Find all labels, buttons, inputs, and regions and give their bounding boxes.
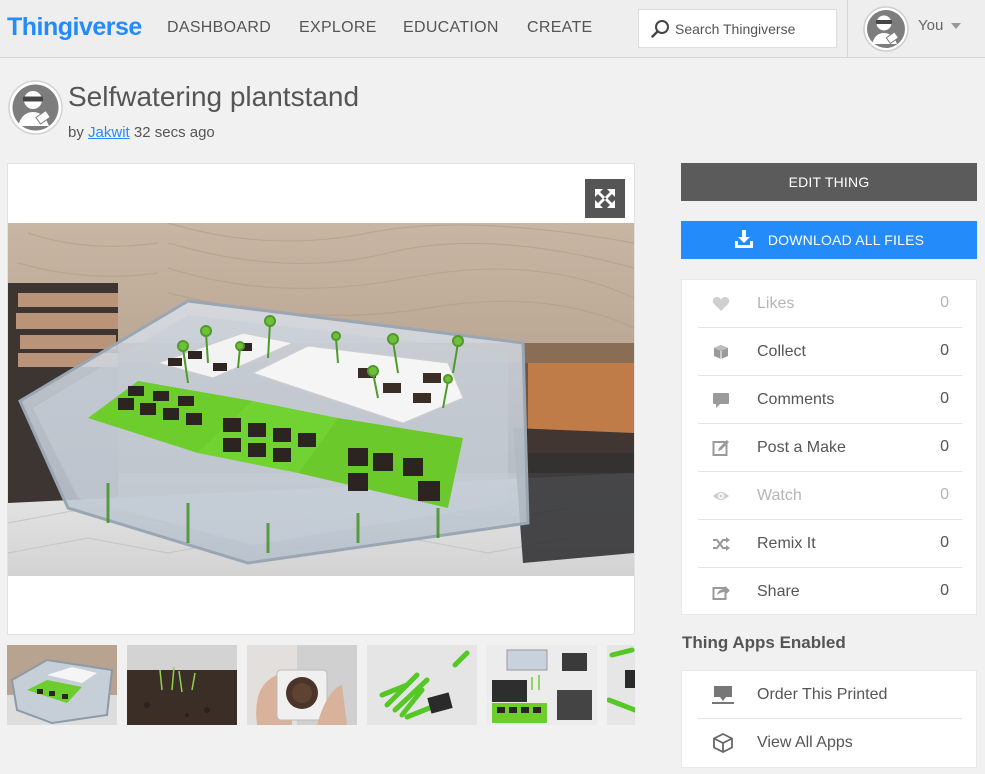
search-input[interactable]: [675, 18, 830, 40]
download-all-files-label: DOWNLOAD ALL FILES: [767, 232, 925, 248]
author-avatar[interactable]: [8, 80, 63, 135]
search-icon: [651, 20, 669, 38]
chevron-down-icon[interactable]: [951, 23, 961, 29]
thing-stats-panel: Likes 0 Collect 0 Comments 0 Post a Make…: [681, 279, 977, 615]
thumbnail[interactable]: [247, 645, 357, 725]
thumbnail[interactable]: [487, 645, 597, 725]
printer-icon: [712, 686, 734, 704]
nav-create[interactable]: CREATE: [527, 19, 593, 37]
post-make-icon: [712, 440, 729, 456]
stat-watch[interactable]: Watch 0: [698, 472, 962, 520]
stat-collect-label: Collect: [757, 343, 806, 360]
collect-icon: [714, 345, 728, 359]
image-viewer: [7, 163, 635, 635]
byline: by Jakwit 32 secs ago: [68, 124, 215, 141]
thing-apps-panel: Order This Printed View All Apps: [681, 670, 977, 768]
thumbnail[interactable]: [367, 645, 477, 725]
top-navigation-bar: Thingiverse DASHBOARD EXPLORE EDUCATION …: [0, 0, 985, 58]
main-photo[interactable]: [8, 223, 634, 576]
user-name-label[interactable]: You: [918, 17, 943, 34]
stat-likes[interactable]: Likes 0: [698, 280, 962, 328]
user-avatar[interactable]: [863, 6, 909, 52]
app-order-this-printed-label: Order This Printed: [757, 686, 888, 703]
download-icon: [734, 230, 753, 249]
eye-icon: [713, 492, 729, 500]
stat-post-a-make-count: 0: [940, 438, 949, 455]
stat-remix-it-label: Remix It: [757, 535, 816, 552]
stat-post-a-make-label: Post a Make: [757, 439, 846, 456]
app-order-this-printed[interactable]: Order This Printed: [698, 671, 962, 719]
stat-remix-it-count: 0: [940, 534, 949, 551]
stat-collect[interactable]: Collect 0: [698, 328, 962, 376]
expand-icon: [595, 189, 615, 208]
stat-comments-label: Comments: [757, 391, 835, 408]
thumbnail-strip: [7, 645, 635, 725]
thumbnail[interactable]: [607, 645, 635, 725]
stat-share[interactable]: Share 0: [698, 568, 962, 616]
thing-apps-heading: Thing Apps Enabled: [682, 633, 846, 652]
cube-icon: [713, 733, 733, 753]
stat-likes-count: 0: [940, 294, 949, 311]
stat-collect-count: 0: [940, 342, 949, 359]
stat-comments-count: 0: [940, 390, 949, 407]
byline-prefix: by: [68, 124, 84, 141]
comments-icon: [713, 393, 729, 408]
stat-share-label: Share: [757, 583, 800, 600]
app-view-all-apps[interactable]: View All Apps: [698, 719, 962, 767]
stat-likes-label: Likes: [757, 295, 795, 312]
stat-comments[interactable]: Comments 0: [698, 376, 962, 424]
stat-watch-label: Watch: [757, 487, 802, 504]
share-icon: [712, 586, 730, 600]
edit-thing-label: EDIT THING: [788, 174, 870, 190]
edit-thing-button[interactable]: EDIT THING: [681, 163, 977, 201]
stat-watch-count: 0: [940, 486, 949, 503]
stat-remix-it[interactable]: Remix It 0: [698, 520, 962, 568]
app-view-all-apps-label: View All Apps: [757, 734, 853, 751]
stat-share-count: 0: [940, 582, 949, 599]
remix-icon: [713, 537, 730, 551]
download-all-files-button[interactable]: DOWNLOAD ALL FILES: [681, 221, 977, 259]
posted-time: 32 secs ago: [133, 124, 215, 141]
thingiverse-logo[interactable]: Thingiverse: [7, 13, 142, 42]
expand-button[interactable]: [585, 179, 625, 218]
nav-dashboard[interactable]: DASHBOARD: [167, 19, 271, 37]
user-menu[interactable]: You: [847, 0, 975, 58]
thing-title: Selfwatering plantstand: [68, 81, 360, 112]
thumbnail[interactable]: [127, 645, 237, 725]
author-link[interactable]: Jakwit: [88, 124, 130, 141]
heart-icon: [712, 297, 730, 311]
nav-education[interactable]: EDUCATION: [403, 19, 499, 37]
nav-explore[interactable]: EXPLORE: [299, 19, 377, 37]
search-box[interactable]: [638, 9, 837, 48]
thumbnail[interactable]: [7, 645, 117, 725]
stat-post-a-make[interactable]: Post a Make 0: [698, 424, 962, 472]
